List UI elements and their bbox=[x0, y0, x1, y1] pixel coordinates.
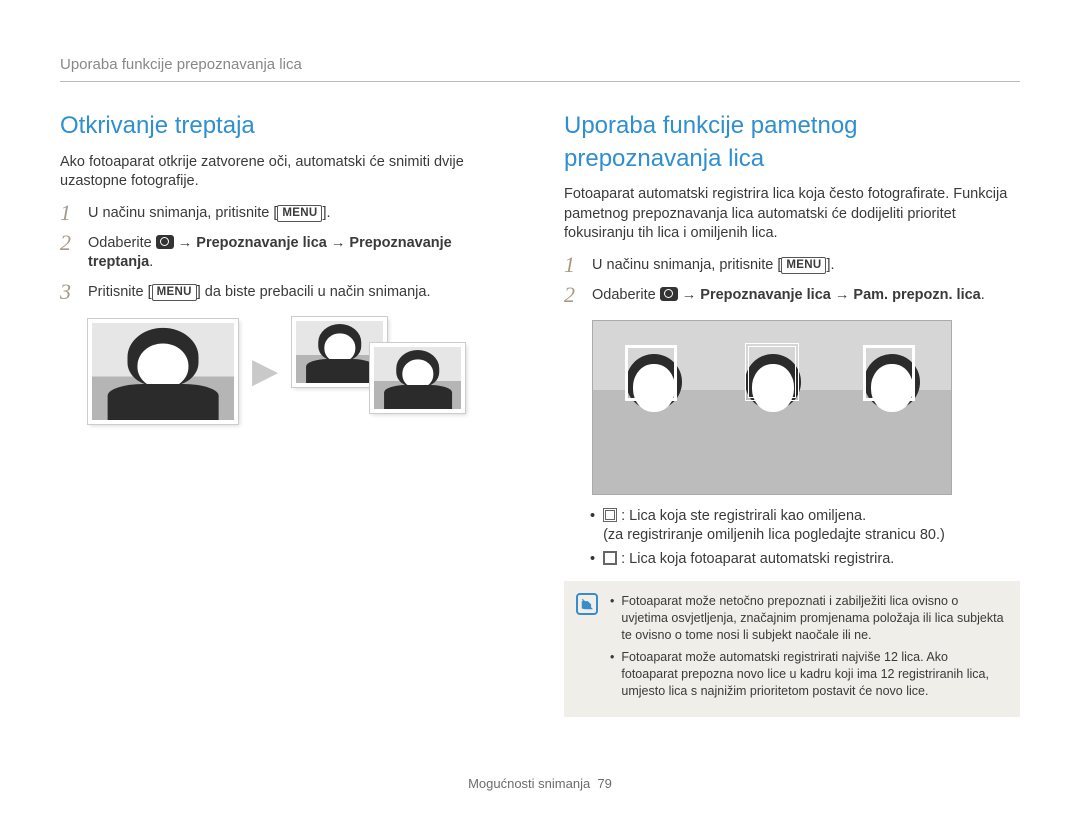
camera-icon bbox=[660, 287, 678, 301]
right-column: Uporaba funkcije pametnog prepoznavanja … bbox=[564, 110, 1020, 716]
step-text: . bbox=[149, 254, 153, 270]
left-column: Otkrivanje treptaja Ako fotoaparat otkri… bbox=[60, 110, 516, 716]
step-2: 2 Odaberite → Prepoznavanje lica → Prepo… bbox=[60, 234, 516, 273]
step-text: ]. bbox=[826, 257, 834, 273]
menu-icon: MENU bbox=[781, 257, 826, 275]
arrow: → bbox=[678, 287, 701, 303]
step-text: . bbox=[981, 287, 985, 303]
step-number: 1 bbox=[60, 202, 78, 224]
legend-text: : Lica koja ste registrirali kao omiljen… bbox=[621, 508, 866, 524]
step-text: Odaberite bbox=[592, 287, 660, 303]
section-title-right: Uporaba funkcije pametnog prepoznavanja … bbox=[564, 110, 1020, 175]
menu-icon: MENU bbox=[152, 284, 197, 302]
right-intro: Fotoaparat automatski registrira lica ko… bbox=[564, 185, 1020, 244]
footer-category: Mogućnosti snimanja bbox=[468, 776, 590, 791]
step-2: 2 Odaberite → Prepoznavanje lica → Pam. … bbox=[564, 286, 1020, 306]
step-text: Pritisnite [ bbox=[88, 284, 152, 300]
bold: Prepoznavanje lica bbox=[700, 287, 831, 303]
menu-icon: MENU bbox=[277, 205, 322, 223]
step-1: 1 U načinu snimanja, pritisnite [MENU]. bbox=[60, 204, 516, 224]
legend-text: (za registriranje omiljenih lica pogleda… bbox=[603, 527, 945, 543]
camera-icon bbox=[156, 235, 174, 249]
step-text: U načinu snimanja, pritisnite [ bbox=[592, 257, 781, 273]
step-text: U načinu snimanja, pritisnite [ bbox=[88, 205, 277, 221]
illustration-blink: ▶ bbox=[88, 317, 516, 427]
note-box: •Fotoaparat može netočno prepoznati i za… bbox=[564, 581, 1020, 716]
step-number: 1 bbox=[564, 254, 582, 276]
detected-square-icon bbox=[603, 551, 617, 565]
photo-closed-eyes bbox=[88, 319, 238, 424]
legend-text: : Lica koja fotoaparat automatski regist… bbox=[621, 551, 894, 567]
favorite-square-icon bbox=[603, 508, 617, 522]
page-footer: Mogućnosti snimanja 79 bbox=[0, 775, 1080, 793]
face-favorite-box bbox=[745, 343, 799, 401]
arrow-right-icon: ▶ bbox=[252, 349, 278, 395]
arrow: → bbox=[327, 235, 350, 251]
step-number: 2 bbox=[60, 232, 78, 254]
note-text: Fotoaparat može netočno prepoznati i zab… bbox=[621, 593, 1004, 644]
page-header: Uporaba funkcije prepoznavanja lica bbox=[60, 55, 1020, 82]
section-title-left: Otkrivanje treptaja bbox=[60, 110, 516, 142]
note-text: Fotoaparat može automatski registrirati … bbox=[621, 649, 1004, 700]
bold: Pam. prepozn. lica bbox=[853, 287, 980, 303]
legend-list: • : Lica koja ste registrirali kao omilj… bbox=[590, 507, 1020, 570]
photo-open-eyes-small bbox=[370, 343, 465, 413]
footer-page: 79 bbox=[597, 776, 611, 791]
bold: Prepoznavanje lica bbox=[196, 235, 327, 251]
step-3: 3 Pritisnite [MENU] da biste prebacili u… bbox=[60, 283, 516, 303]
step-1: 1 U načinu snimanja, pritisnite [MENU]. bbox=[564, 256, 1020, 276]
left-intro: Ako fotoaparat otkrije zatvorene oči, au… bbox=[60, 153, 516, 192]
step-number: 2 bbox=[564, 284, 582, 306]
step-number: 3 bbox=[60, 281, 78, 303]
step-text: ] da biste prebacili u način snimanja. bbox=[197, 284, 431, 300]
note-icon bbox=[576, 593, 598, 615]
step-text: ]. bbox=[322, 205, 330, 221]
illustration-faces bbox=[592, 320, 952, 495]
face-detect-box bbox=[863, 345, 915, 401]
arrow: → bbox=[174, 235, 197, 251]
face-detect-box bbox=[625, 345, 677, 401]
step-text: Odaberite bbox=[88, 235, 156, 251]
arrow: → bbox=[831, 287, 854, 303]
